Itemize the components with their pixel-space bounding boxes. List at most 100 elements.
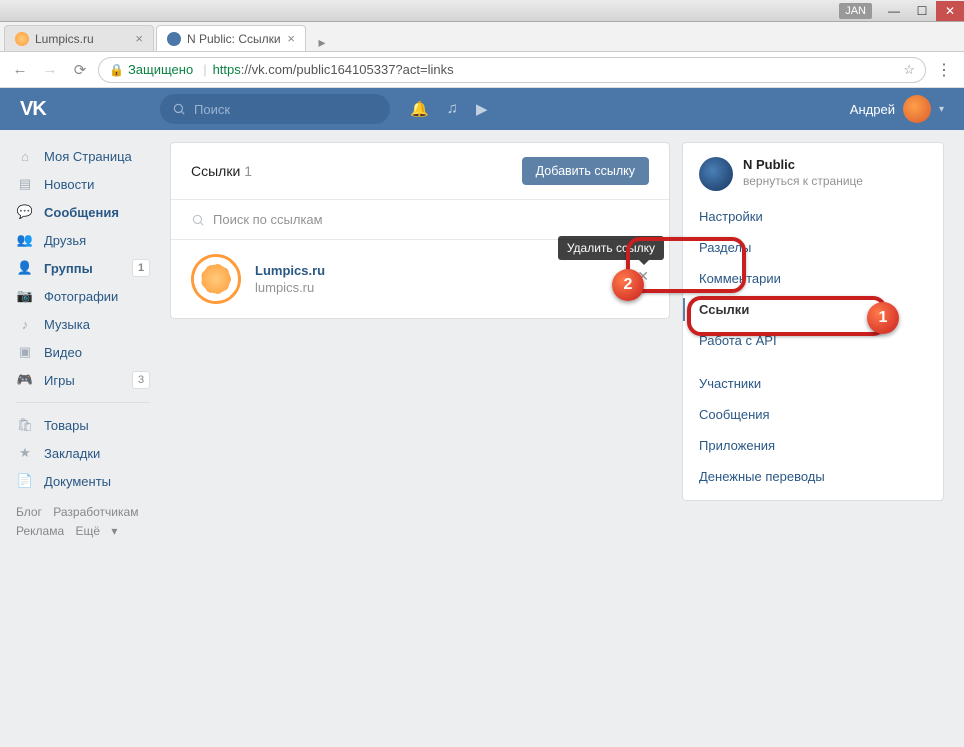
links-panel: Ссылки 1 Добавить ссылку Поиск по ссылка… <box>170 142 670 319</box>
extension-badge[interactable]: JAN <box>839 3 872 19</box>
sidebar-item-label: Новости <box>44 177 94 192</box>
music-icon[interactable]: ♫ <box>447 100 458 118</box>
window-minimize-button[interactable]: — <box>880 1 908 21</box>
manage-nav-item[interactable]: Денежные переводы <box>683 461 943 492</box>
msg-icon: 💬 <box>16 204 34 220</box>
url-text: https://vk.com/public164105337?act=links <box>213 62 454 77</box>
nav-back-button[interactable]: ← <box>8 58 32 82</box>
manage-header: N Public вернуться к странице <box>683 143 943 201</box>
notifications-icon[interactable]: 🔔 <box>410 100 429 118</box>
manage-nav-item[interactable]: Разделы <box>683 232 943 263</box>
panel-header: Ссылки 1 Добавить ссылку <box>171 143 669 199</box>
link-title[interactable]: Lumpics.ru <box>255 263 325 278</box>
link-subtitle: lumpics.ru <box>255 280 325 295</box>
header-icons: 🔔 ♫ ▶ <box>410 100 487 118</box>
manage-nav-item[interactable]: Участники <box>683 368 943 399</box>
footer-more[interactable]: Ещё ▾ <box>75 524 117 538</box>
nav-reload-button[interactable]: ⟳ <box>68 58 92 82</box>
sidebar-item-home[interactable]: ⌂ Моя Страница <box>8 142 158 170</box>
close-tab-icon[interactable]: × <box>287 31 295 46</box>
browser-menu-button[interactable]: ⋮ <box>932 60 956 80</box>
manage-nav-item[interactable]: Комментарии <box>683 263 943 294</box>
user-name: Андрей <box>850 102 895 117</box>
tab-title: Lumpics.ru <box>35 32 94 46</box>
manage-nav-item[interactable]: Сообщения <box>683 399 943 430</box>
sidebar-item-friends[interactable]: 👥Друзья <box>8 226 158 254</box>
search-placeholder: Поиск <box>194 102 230 117</box>
search-placeholder: Поиск по ссылкам <box>213 212 323 227</box>
sidebar-item-label: Друзья <box>44 233 86 248</box>
footer-ads[interactable]: Реклама <box>16 524 64 538</box>
nav-forward-button[interactable]: → <box>38 58 62 82</box>
video-icon: ▣ <box>16 344 34 360</box>
sidebar-item-games[interactable]: 🎮Игры3 <box>8 366 158 394</box>
community-avatar <box>699 157 733 191</box>
favicon-vk <box>167 32 181 46</box>
footer-blog[interactable]: Блог <box>16 505 42 519</box>
tab-title: N Public: Ссылки <box>187 32 281 46</box>
right-column: N Public вернуться к странице НастройкиР… <box>682 142 944 747</box>
window-maximize-button[interactable]: ☐ <box>908 1 936 21</box>
sidebar-item-market[interactable]: 🛍Товары <box>8 411 158 439</box>
sidebar-item-label: Игры <box>44 373 75 388</box>
search-icon <box>172 102 186 116</box>
browser-tab-vk[interactable]: N Public: Ссылки × <box>156 25 306 51</box>
manage-card: N Public вернуться к странице НастройкиР… <box>682 142 944 501</box>
home-icon: ⌂ <box>16 149 34 164</box>
sidebar-separator <box>16 402 150 403</box>
link-info: Lumpics.ru lumpics.ru <box>255 263 325 295</box>
add-link-button[interactable]: Добавить ссылку <box>522 157 649 185</box>
vk-logo[interactable]: VK <box>20 98 160 121</box>
search-input[interactable]: Поиск <box>160 94 390 124</box>
address-bar[interactable]: 🔒 Защищено | https://vk.com/public164105… <box>98 57 926 83</box>
sidebar-item-label: Закладки <box>44 446 100 461</box>
browser-tab-lumpics[interactable]: Lumpics.ru × <box>4 25 154 51</box>
window-close-button[interactable]: ✕ <box>936 1 964 21</box>
secure-label: Защищено <box>128 62 193 77</box>
sidebar-item-label: Моя Страница <box>44 149 132 164</box>
footer-dev[interactable]: Разработчикам <box>53 505 138 519</box>
sidebar-item-msg[interactable]: 💬Сообщения <box>8 198 158 226</box>
sidebar-badge: 1 <box>132 259 150 277</box>
user-menu[interactable]: Андрей ▾ <box>850 95 944 123</box>
close-tab-icon[interactable]: × <box>135 31 143 46</box>
sidebar-item-news[interactable]: ▤ Новости <box>8 170 158 198</box>
news-icon: ▤ <box>16 176 34 192</box>
sidebar-item-music[interactable]: ♪ Музыка <box>8 310 158 338</box>
sidebar-item-groups[interactable]: 👤Группы1 <box>8 254 158 282</box>
community-name[interactable]: N Public <box>743 157 863 172</box>
sidebar-item-photo[interactable]: 📷Фотографии <box>8 282 158 310</box>
window-titlebar: JAN — ☐ ✕ <box>0 0 964 22</box>
sidebar-item-label: Документы <box>44 474 111 489</box>
search-icon <box>191 213 205 227</box>
sidebar-item-label: Фотографии <box>44 289 118 304</box>
avatar <box>903 95 931 123</box>
links-search-input[interactable]: Поиск по ссылкам <box>171 199 669 240</box>
sidebar-item-label: Музыка <box>44 317 90 332</box>
manage-nav-item[interactable]: Приложения <box>683 430 943 461</box>
lock-icon: 🔒 <box>109 63 124 77</box>
sidebar-item-video[interactable]: ▣ Видео <box>8 338 158 366</box>
browser-tab-strip: Lumpics.ru × N Public: Ссылки × ▸ <box>0 22 964 52</box>
annotation-marker-1: 1 <box>867 302 899 334</box>
link-item: Lumpics.ru lumpics.ru ✕ Удалить ссылку <box>171 240 669 318</box>
new-tab-button[interactable]: ▸ <box>312 33 332 51</box>
vk-header: VK Поиск 🔔 ♫ ▶ Андрей ▾ <box>0 88 964 130</box>
manage-nav-item[interactable]: Настройки <box>683 201 943 232</box>
sidebar-item-label: Видео <box>44 345 82 360</box>
footer-links: Блог Разработчикам Реклама Ещё ▾ <box>8 495 158 549</box>
links-count: 1 <box>244 163 252 179</box>
sidebar-item-fav[interactable]: ★Закладки <box>8 439 158 467</box>
sidebar-item-label: Товары <box>44 418 89 433</box>
back-to-page-link[interactable]: вернуться к странице <box>743 174 863 188</box>
annotation-marker-2: 2 <box>612 269 644 301</box>
manage-nav-item[interactable]: Ссылки <box>683 294 943 325</box>
music-icon: ♪ <box>16 317 34 332</box>
play-icon[interactable]: ▶ <box>476 100 488 118</box>
sidebar-item-doc[interactable]: 📄Документы <box>8 467 158 495</box>
browser-toolbar: ← → ⟳ 🔒 Защищено | https://vk.com/public… <box>0 52 964 88</box>
sidebar: ⌂ Моя Страница ▤ Новости 💬Сообщения👥Друзья👤Г… <box>8 142 158 747</box>
sidebar-badge: 3 <box>132 371 150 389</box>
bookmark-star-icon[interactable]: ☆ <box>903 62 915 78</box>
manage-nav-item[interactable]: Работа с API <box>683 325 943 356</box>
